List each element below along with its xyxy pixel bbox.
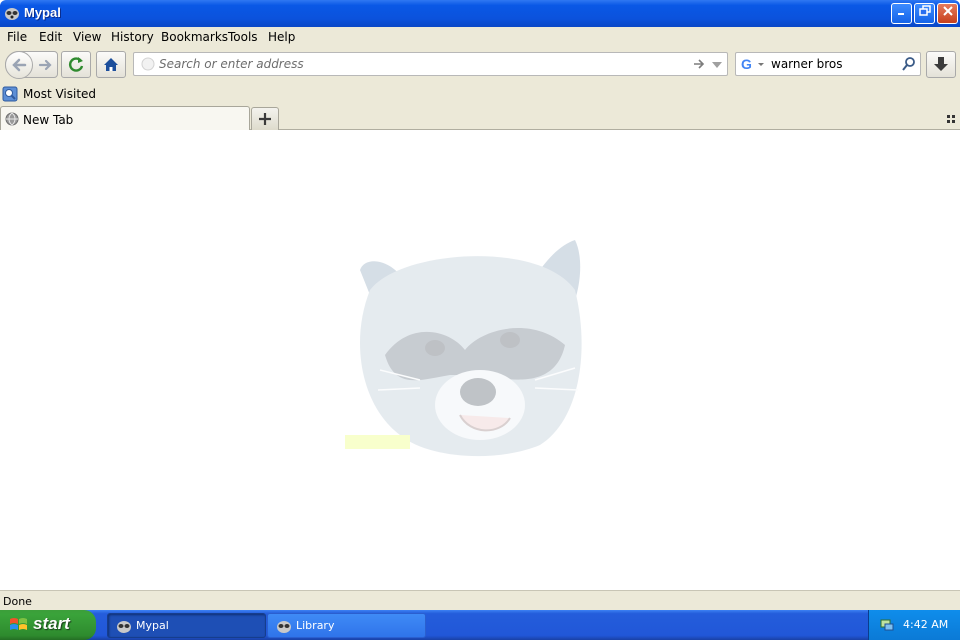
mypal-raccoon-logo	[345, 240, 582, 457]
taskbar-item-label: Library	[296, 619, 335, 632]
menu-bookmarks[interactable]: Bookmarks	[161, 30, 228, 44]
back-arrow-icon	[12, 58, 27, 72]
raccoon-icon	[5, 8, 19, 20]
close-icon	[942, 6, 953, 16]
tab-new-tab[interactable]: New Tab	[0, 106, 250, 131]
home-button[interactable]	[96, 51, 126, 78]
globe-icon	[5, 112, 19, 126]
menu-tools[interactable]: Tools	[228, 30, 258, 44]
menu-view[interactable]: View	[73, 30, 101, 44]
menu-bar: File Edit View History Bookmarks Tools H…	[0, 27, 960, 47]
system-tray: 4:42 AM	[868, 610, 960, 640]
raccoon-icon	[117, 621, 131, 633]
menu-edit[interactable]: Edit	[39, 30, 62, 44]
go-arrow-icon[interactable]	[692, 57, 706, 71]
windows-logo-icon	[10, 618, 27, 630]
start-button[interactable]: start	[0, 610, 96, 640]
url-bar[interactable]	[133, 52, 728, 76]
title-bar[interactable]: Mypal	[0, 0, 960, 27]
bookmark-label: Most Visited	[23, 87, 97, 101]
taskbar-item-label: Mypal	[136, 619, 169, 632]
minimize-button[interactable]	[891, 3, 912, 24]
back-forward-group	[5, 51, 58, 79]
start-label: start	[33, 614, 70, 633]
status-text: Done	[3, 595, 32, 608]
close-button[interactable]	[937, 3, 958, 24]
forward-arrow-icon[interactable]	[36, 55, 56, 75]
restore-icon	[918, 5, 931, 16]
tab-groups-icon[interactable]	[946, 114, 956, 124]
window-title: Mypal	[24, 5, 61, 20]
tab-label: New Tab	[23, 113, 74, 127]
search-input[interactable]	[771, 57, 896, 71]
restore-button[interactable]	[914, 3, 935, 24]
raccoon-icon	[277, 621, 291, 633]
most-visited-icon	[2, 86, 18, 102]
identity-icon	[141, 57, 155, 71]
page-content[interactable]	[0, 130, 960, 590]
search-bar[interactable]: G	[735, 52, 921, 76]
taskbar-item-library[interactable]: Library	[267, 613, 426, 638]
url-input[interactable]	[159, 57, 679, 71]
google-icon[interactable]: G	[740, 55, 770, 73]
tab-strip: New Tab	[0, 105, 960, 131]
search-icon[interactable]	[901, 56, 917, 72]
minimize-icon	[897, 13, 904, 15]
download-arrow-icon	[934, 57, 948, 71]
downloads-button[interactable]	[926, 51, 956, 78]
network-icon[interactable]	[879, 617, 895, 633]
status-bar: Done	[0, 590, 960, 610]
taskbar-item-mypal[interactable]: Mypal	[107, 613, 266, 638]
bookmarks-toolbar: Most Visited	[0, 83, 960, 105]
clock[interactable]: 4:42 AM	[903, 618, 948, 631]
plus-icon	[259, 113, 271, 125]
menu-help[interactable]: Help	[268, 30, 295, 44]
dropdown-arrow-icon[interactable]	[711, 59, 723, 71]
menu-history[interactable]: History	[111, 30, 154, 44]
menu-file[interactable]: File	[7, 30, 27, 44]
taskbar: start Mypal Library 4:42 AM	[0, 610, 960, 640]
reload-button[interactable]	[61, 51, 91, 78]
svg-text:G: G	[741, 56, 752, 72]
reload-icon	[69, 57, 84, 72]
new-tab-button[interactable]	[251, 107, 279, 130]
back-button[interactable]	[5, 51, 33, 79]
navigation-toolbar: G	[0, 47, 960, 83]
home-icon	[104, 58, 118, 71]
